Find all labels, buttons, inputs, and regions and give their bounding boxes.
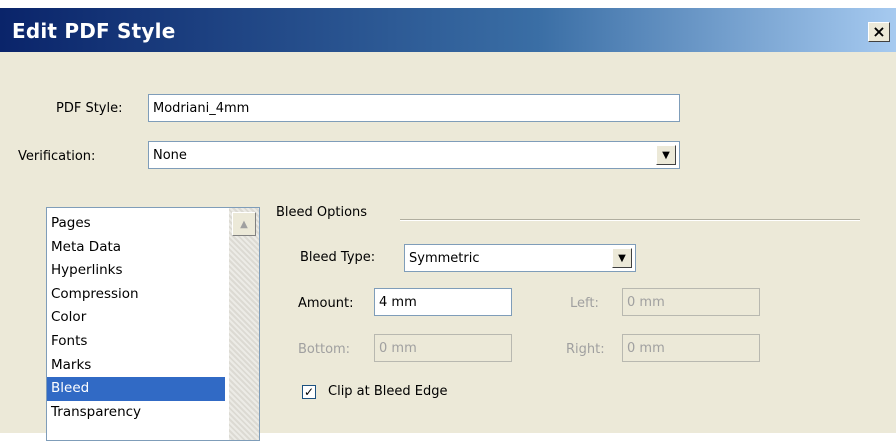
bleed-type-label: Bleed Type:	[300, 250, 376, 265]
close-button[interactable]: ×	[868, 22, 890, 42]
dialog-title: Edit PDF Style	[12, 19, 176, 43]
list-item[interactable]: Fonts	[47, 330, 225, 354]
verification-select[interactable]: None	[148, 141, 680, 169]
edit-pdf-style-dialog: Edit PDF Style × PDF Style: Modriani_4mm…	[0, 8, 896, 441]
left-value: 0 mm	[627, 294, 665, 310]
close-icon: ×	[872, 22, 886, 41]
list-scrollbar[interactable]: ▲	[229, 208, 259, 440]
left-input[interactable]: 0 mm	[622, 288, 760, 316]
bottom-label: Bottom:	[298, 342, 351, 357]
checkmark-icon: ✓	[303, 385, 315, 399]
pdf-style-value: Modriani_4mm	[153, 100, 250, 116]
amount-value: 4 mm	[379, 294, 417, 310]
bleed-type-select[interactable]: Symmetric	[404, 244, 636, 272]
title-bar[interactable]: Edit PDF Style ×	[0, 8, 896, 52]
chevron-up-icon: ▲	[240, 218, 248, 230]
list-item[interactable]: Transparency	[47, 401, 225, 425]
list-item[interactable]: Pages	[47, 212, 225, 236]
bottom-value: 0 mm	[379, 340, 417, 356]
left-label: Left:	[570, 296, 599, 311]
right-input[interactable]: 0 mm	[622, 334, 760, 362]
right-value: 0 mm	[627, 340, 665, 356]
pdf-style-input[interactable]: Modriani_4mm	[148, 94, 680, 122]
list-item[interactable]: Color	[47, 306, 225, 330]
clip-at-bleed-edge-checkbox[interactable]: ✓	[302, 385, 316, 399]
list-item-selected[interactable]: Bleed	[47, 377, 225, 401]
bleed-type-value: Symmetric	[409, 250, 480, 266]
list-item[interactable]: Marks	[47, 354, 225, 378]
right-label: Right:	[566, 342, 605, 357]
verification-label: Verification:	[18, 149, 96, 164]
chevron-down-icon: ▼	[662, 149, 670, 161]
list-item[interactable]: Hyperlinks	[47, 259, 225, 283]
bleed-options-group-label: Bleed Options	[276, 205, 368, 220]
bleed-type-dropdown-button[interactable]: ▼	[612, 248, 632, 268]
bottom-input[interactable]: 0 mm	[374, 334, 512, 362]
verification-value: None	[153, 147, 187, 163]
chevron-down-icon: ▼	[618, 252, 626, 264]
clip-at-bleed-edge-label[interactable]: Clip at Bleed Edge	[328, 384, 448, 399]
scroll-up-button[interactable]: ▲	[232, 212, 256, 236]
pdf-style-label: PDF Style:	[56, 101, 123, 116]
amount-label: Amount:	[298, 296, 354, 311]
verification-dropdown-button[interactable]: ▼	[656, 145, 676, 165]
group-divider	[400, 219, 860, 221]
amount-input[interactable]: 4 mm	[374, 288, 512, 316]
list-item[interactable]: Compression	[47, 283, 225, 307]
category-list[interactable]: Pages Meta Data Hyperlinks Compression C…	[46, 207, 260, 441]
list-item[interactable]: Meta Data	[47, 236, 225, 260]
category-items: Pages Meta Data Hyperlinks Compression C…	[47, 208, 259, 424]
